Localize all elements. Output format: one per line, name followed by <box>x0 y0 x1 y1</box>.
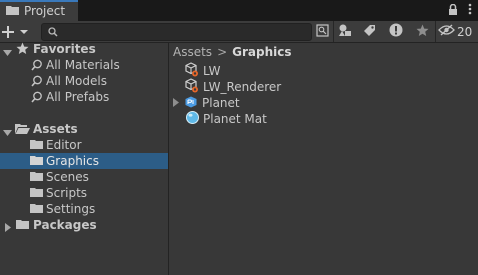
folder-label: Settings <box>46 202 96 216</box>
star-icon <box>416 24 429 40</box>
tree-folder-settings[interactable]: Settings <box>0 201 168 217</box>
log-types-button[interactable] <box>385 22 407 41</box>
shapes-filter-icon <box>338 24 352 40</box>
favorite-item[interactable]: All Models <box>0 73 168 89</box>
tag-icon <box>363 24 376 40</box>
project-toolbar: 20 <box>0 21 478 43</box>
tree-favorites[interactable]: Favorites <box>0 41 168 57</box>
hidden-packages-toggle[interactable]: 20 <box>438 23 472 40</box>
tab-label: Project <box>24 3 66 18</box>
lock-icon[interactable] <box>448 3 458 18</box>
search-icon <box>31 75 43 90</box>
favorite-label: All Materials <box>46 58 120 72</box>
render-pipeline-asset-icon <box>185 78 199 96</box>
tree-assets-label: Assets <box>33 122 78 136</box>
folder-label: Scripts <box>46 186 88 200</box>
tree-folder-scenes[interactable]: Scenes <box>0 169 168 185</box>
hidden-packages-count: 20 <box>457 24 473 39</box>
favorite-label: All Prefabs <box>46 90 110 104</box>
tab-project[interactable]: Project <box>0 0 78 21</box>
search-by-type-button[interactable] <box>311 22 333 41</box>
asset-name: Planet Mat <box>203 112 267 126</box>
prefab-icon <box>185 96 197 111</box>
collapsed-arrow-icon[interactable] <box>5 221 12 235</box>
breadcrumb-current[interactable]: Graphics <box>232 45 291 59</box>
folder-label: Scenes <box>46 170 89 184</box>
tree-packages-label: Packages <box>33 218 97 232</box>
tree-packages[interactable]: Packages <box>0 217 168 233</box>
tree-folder-editor[interactable]: Editor <box>0 137 168 153</box>
filter-by-type-button[interactable] <box>334 22 356 41</box>
folder-icon <box>6 5 20 16</box>
favorite-item[interactable]: All Prefabs <box>0 89 168 105</box>
asset-list-panel: Assets > Graphics LW LW_Renderer Planet … <box>169 43 478 275</box>
star-icon <box>16 42 29 58</box>
folder-icon <box>30 155 44 169</box>
favorites-toggle-button[interactable] <box>411 22 433 41</box>
folder-icon <box>30 203 44 217</box>
asset-name: LW <box>203 64 221 78</box>
tree-favorites-label: Favorites <box>33 42 96 56</box>
folder-icon <box>30 187 44 201</box>
search-icon <box>48 26 58 40</box>
filter-by-label-button[interactable] <box>358 22 380 41</box>
folder-label: Graphics <box>46 154 99 168</box>
scene-search-icon <box>315 23 329 40</box>
breadcrumb-separator: > <box>217 45 228 59</box>
more-options-icon[interactable] <box>468 3 472 18</box>
asset-name: Planet <box>202 96 240 110</box>
asset-item-lw[interactable]: LW <box>185 62 221 79</box>
search-icon <box>31 91 43 106</box>
asset-item-lw-renderer[interactable]: LW_Renderer <box>185 78 282 96</box>
open-folder-icon <box>15 123 30 138</box>
search-field[interactable] <box>41 23 312 41</box>
tree-assets[interactable]: Assets <box>0 121 168 137</box>
eye-slash-icon <box>438 24 455 39</box>
favorite-label: All Models <box>46 74 107 88</box>
material-sphere-icon <box>186 111 199 127</box>
warning-circle-icon <box>389 23 403 40</box>
create-button[interactable] <box>2 22 32 41</box>
tree-folder-graphics[interactable]: Graphics <box>0 153 168 169</box>
asset-item-planet[interactable]: Planet <box>173 95 240 111</box>
breadcrumb: Assets > Graphics <box>173 44 292 60</box>
asset-item-planet-mat[interactable]: Planet Mat <box>186 111 267 127</box>
favorite-item[interactable]: All Materials <box>0 57 168 73</box>
tree-folder-scripts[interactable]: Scripts <box>0 185 168 201</box>
folder-icon <box>16 219 30 233</box>
folder-tree: Favorites All Materials All Models All P… <box>0 41 168 275</box>
folder-label: Editor <box>46 138 82 152</box>
collapsed-arrow-icon[interactable] <box>173 96 179 110</box>
window-tab-bar: Project <box>0 0 478 21</box>
search-icon <box>31 59 43 74</box>
breadcrumb-root[interactable]: Assets <box>173 45 212 59</box>
folder-icon <box>30 171 44 185</box>
folder-icon <box>30 139 44 153</box>
asset-name: LW_Renderer <box>203 80 282 94</box>
